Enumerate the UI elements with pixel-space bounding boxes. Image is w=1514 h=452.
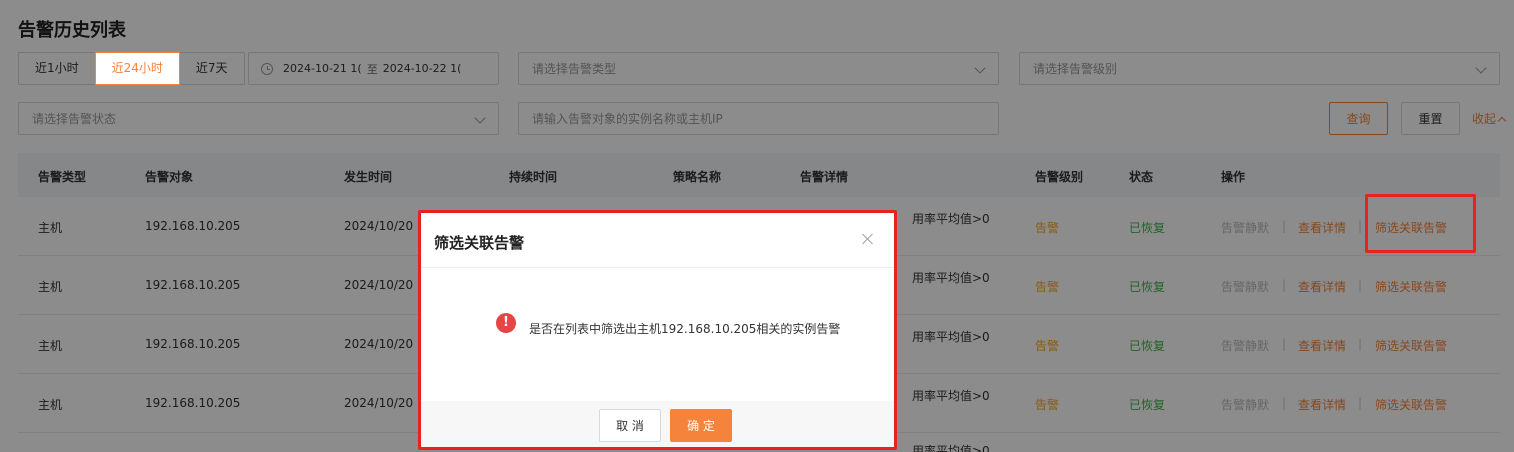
dialog-message: 是否在列表中筛选出主机192.168.10.205相关的实例告警 — [529, 322, 841, 336]
alarm-history-page: 告警历史列表 近1小时 近24小时 近7天 2024-10-21 1( 至 20… — [0, 0, 1514, 452]
dialog-body: ! 是否在列表中筛选出主机192.168.10.205相关的实例告警 — [421, 269, 894, 401]
dialog-header: 筛选关联告警 — [421, 213, 894, 268]
confirm-dialog: 筛选关联告警 ! 是否在列表中筛选出主机192.168.10.205相关的实例告… — [418, 210, 897, 450]
exclamation-icon: ! — [496, 313, 516, 333]
dialog-footer: 取 消 确 定 — [421, 401, 894, 447]
close-icon[interactable] — [862, 233, 874, 245]
highlight-box — [1365, 194, 1476, 253]
time-range-24h[interactable]: 近24小时 — [94, 52, 180, 85]
confirm-button[interactable]: 确 定 — [670, 409, 732, 442]
dialog-title: 筛选关联告警 — [434, 234, 525, 252]
cancel-button[interactable]: 取 消 — [599, 409, 661, 442]
